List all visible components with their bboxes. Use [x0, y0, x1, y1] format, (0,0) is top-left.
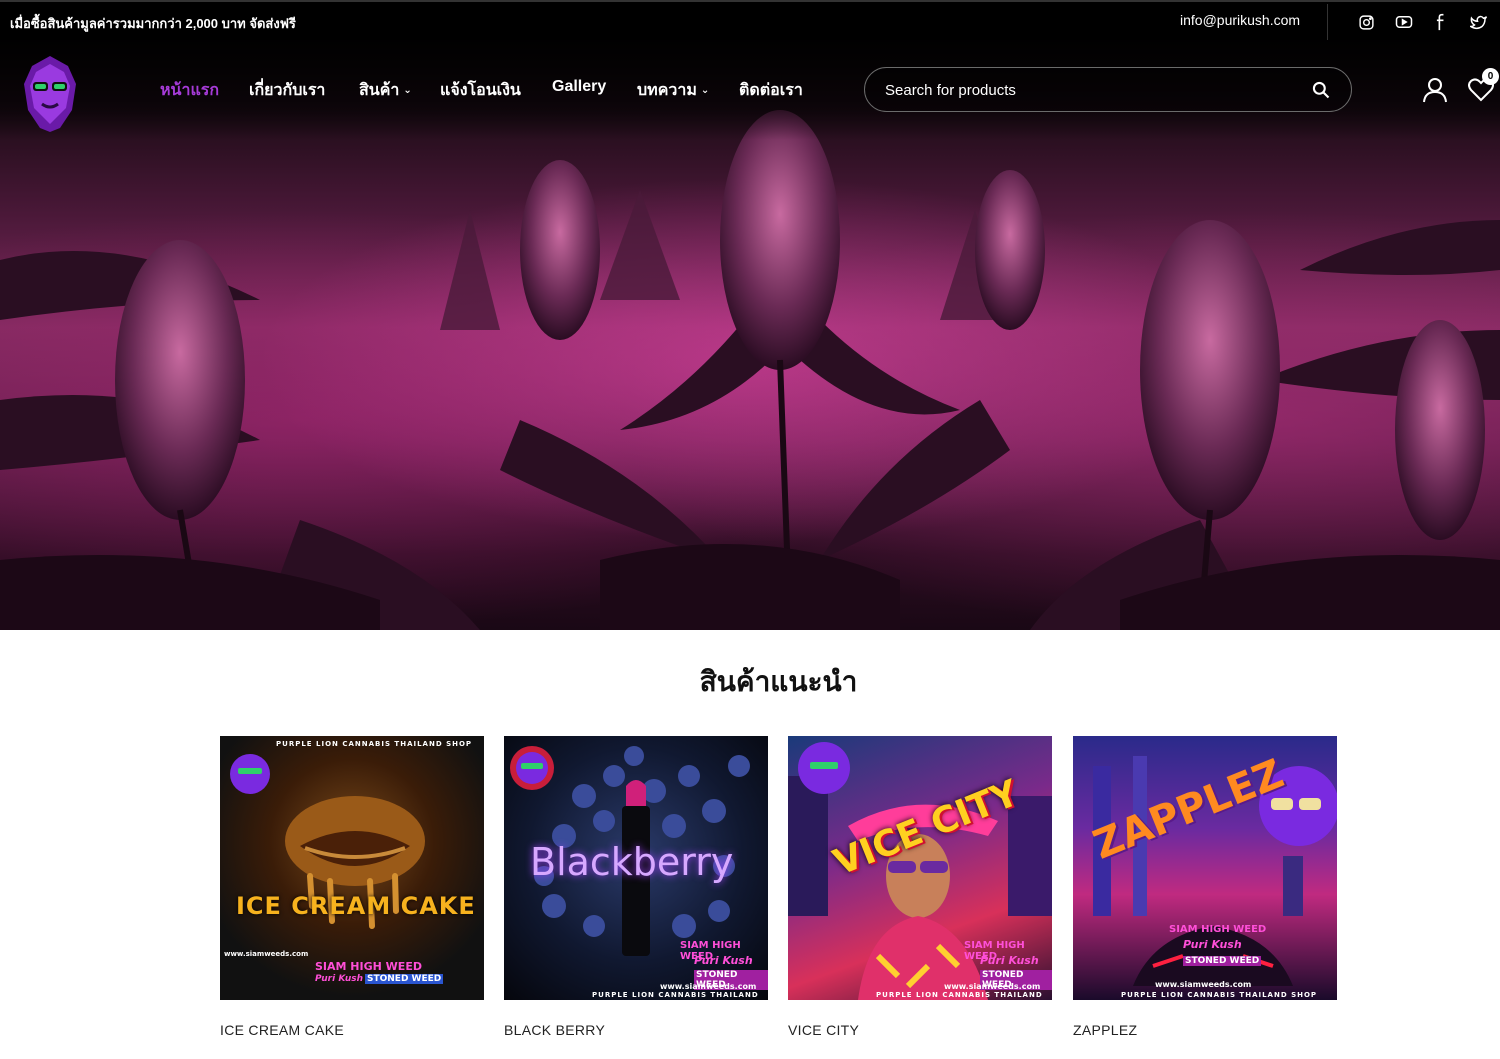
product-art-brand: SIAM HIGH WEED: [315, 960, 422, 973]
product-name[interactable]: ICE CREAM CAKE: [220, 1022, 344, 1038]
nav-products[interactable]: สินค้า ⌄: [359, 78, 412, 103]
product-art-brand: Puri Kush: [694, 954, 753, 967]
product-card[interactable]: VICE CITY SIAM HIGH WEED Puri Kush STONE…: [788, 736, 1052, 1038]
nav-articles-label: บทความ: [637, 82, 697, 99]
chevron-down-icon: ⌄: [700, 85, 710, 96]
youtube-icon[interactable]: [1394, 12, 1414, 32]
nav-articles[interactable]: บทความ ⌄: [637, 78, 709, 103]
twitter-icon[interactable]: [1469, 12, 1489, 32]
nav-gallery[interactable]: Gallery: [552, 78, 606, 96]
product-art-brand: Puri Kush: [980, 954, 1039, 967]
product-image-vice-city[interactable]: VICE CITY SIAM HIGH WEED Puri Kush STONE…: [788, 736, 1052, 1000]
shop-caption: PURPLE LION CANNABIS THAILAND SHOP: [1121, 991, 1318, 999]
product-name[interactable]: VICE CITY: [788, 1022, 859, 1038]
product-card[interactable]: ZAPPLEZ SIAM HIGH WEED Puri Kush STONED …: [1073, 736, 1337, 1038]
nav-products-label: สินค้า: [359, 82, 400, 99]
product-art-brand: Puri Kush: [315, 974, 363, 984]
product-art-brand: STONED WEED: [1183, 956, 1262, 966]
shop-caption: PURPLE LION CANNABIS THAILAND SHOP: [276, 740, 473, 748]
product-art-site: www.siamweeds.com: [944, 982, 1041, 991]
product-image-black-berry[interactable]: Blackberry SIAM HIGH WEED Puri Kush STON…: [504, 736, 768, 1000]
user-account-icon[interactable]: [1423, 77, 1447, 103]
shop-caption: PURPLE LION CANNABIS THAILAND SHOP: [876, 991, 1043, 1000]
nav-about[interactable]: เกี่ยวกับเรา: [249, 78, 325, 103]
nav-about-label: เกี่ยวกับเรา: [249, 82, 326, 99]
nav-gallery-label: Gallery: [552, 78, 607, 95]
nav-home-label: หน้าแรก: [160, 82, 220, 99]
search-icon[interactable]: [1311, 80, 1331, 100]
free-shipping-notice: เมื่อซื้อสินค้ามูลค่ารวมมากกว่า 2,000 บา…: [10, 16, 296, 31]
nav-contact-label: ติดต่อเรา: [739, 82, 803, 99]
page: เมื่อซื้อสินค้ามูลค่ารวมมากกว่า 2,000 บา…: [0, 0, 1500, 1059]
nav-home[interactable]: หน้าแรก: [160, 78, 219, 103]
purple-lion-logo[interactable]: [20, 54, 80, 134]
product-name[interactable]: ZAPPLEZ: [1073, 1022, 1137, 1038]
chevron-down-icon: ⌄: [403, 85, 412, 96]
search-input[interactable]: [885, 79, 1285, 101]
contact-email-link[interactable]: info@purikush.com: [1180, 12, 1300, 28]
product-image-zapplez[interactable]: ZAPPLEZ SIAM HIGH WEED Puri Kush STONED …: [1073, 736, 1337, 1000]
product-name[interactable]: BLACK BERRY: [504, 1022, 605, 1038]
product-art-site: www.siamweeds.com: [660, 982, 757, 991]
nav-payment-notify-label: แจ้งโอนเงิน: [440, 82, 521, 99]
nav-contact[interactable]: ติดต่อเรา: [739, 78, 803, 103]
product-art-site: www.siamweeds.com: [224, 950, 309, 958]
product-card[interactable]: Blackberry SIAM HIGH WEED Puri Kush STON…: [504, 736, 768, 1038]
product-art-brand: Puri Kush: [1183, 938, 1242, 951]
featured-section-title: สินค้าแนะนำ: [699, 666, 858, 697]
wishlist-count-badge: 0: [1482, 68, 1499, 85]
shop-caption: PURPLE LION CANNABIS THAILAND SHOP: [592, 991, 759, 1000]
product-art-title: Blackberry: [530, 840, 734, 884]
facebook-icon[interactable]: [1431, 12, 1451, 32]
product-art-brand: STONED WEED: [365, 974, 444, 984]
top-bar: เมื่อซื้อสินค้ามูลค่ารวมมากกว่า 2,000 บา…: [0, 0, 1500, 40]
product-image-ice-cream-cake[interactable]: PURPLE LION CANNABIS THAILAND SHOP ICE C…: [220, 736, 484, 1000]
instagram-icon[interactable]: [1356, 12, 1376, 32]
product-card[interactable]: PURPLE LION CANNABIS THAILAND SHOP ICE C…: [220, 736, 484, 1038]
product-art-title: ICE CREAM CAKE: [236, 892, 476, 920]
product-art-site: www.siamweeds.com: [1155, 980, 1252, 989]
product-art-brand: SIAM HIGH WEED: [1169, 924, 1267, 935]
divider: [1327, 4, 1328, 40]
product-search: [864, 67, 1352, 112]
nav-payment-notify[interactable]: แจ้งโอนเงิน: [440, 78, 521, 103]
